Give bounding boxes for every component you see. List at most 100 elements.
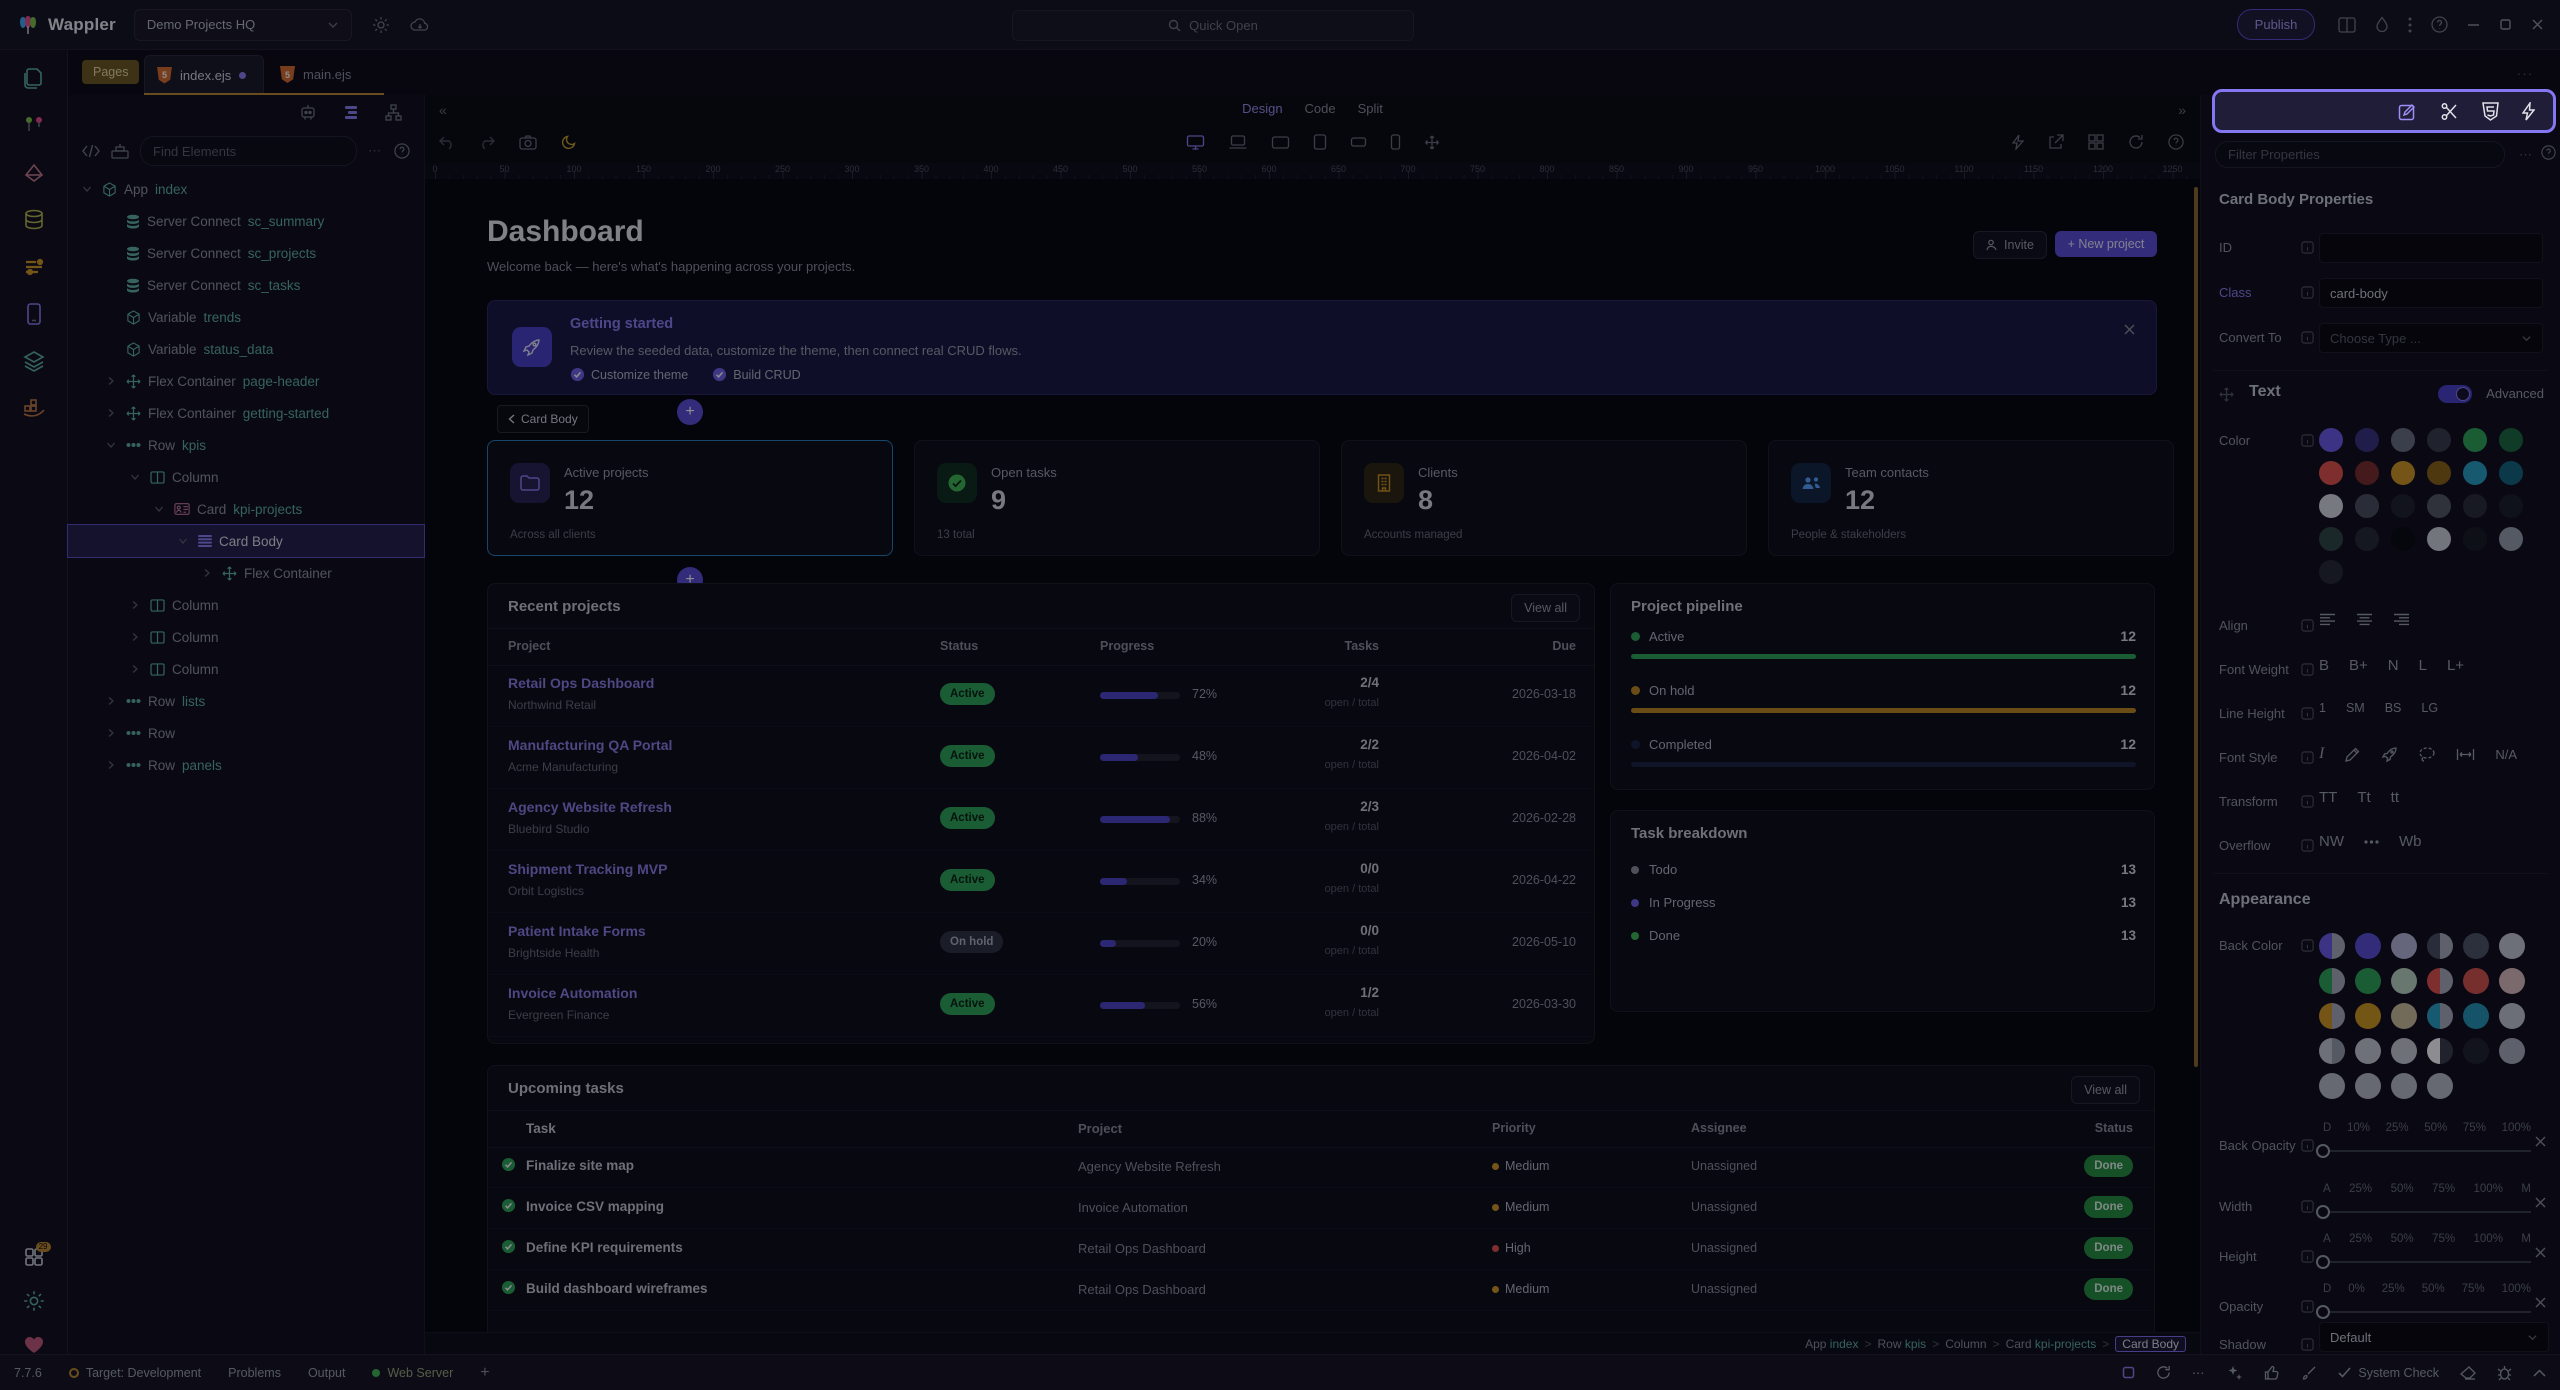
back-color-swatch-6[interactable]	[2319, 968, 2345, 994]
collapse-statusbar-icon[interactable]	[2533, 1369, 2546, 1377]
slider-mark-50[interactable]: 50%	[2422, 1283, 2445, 1295]
publish-button[interactable]: Publish	[2237, 9, 2315, 40]
slider-mark-d[interactable]: D	[2323, 1283, 2331, 1295]
tree-item-row-panels[interactable]: Rowpanels	[68, 749, 424, 781]
slider-mark-25[interactable]: 25%	[2349, 1233, 2372, 1245]
project-name-link[interactable]: Agency Website Refresh	[508, 799, 672, 815]
actions-bolt-icon[interactable]	[2012, 134, 2024, 150]
project-row-manufacturing-qa-portal[interactable]: Manufacturing QA PortalAcme Manufacturin…	[488, 726, 1594, 789]
back-color-swatch-3[interactable]	[2427, 933, 2453, 959]
info-icon[interactable]	[2301, 839, 2314, 852]
device-tablet-landscape-icon[interactable]	[1271, 136, 1289, 149]
text-color-swatch-18[interactable]	[2319, 527, 2343, 551]
back-color-swatch-17[interactable]	[2499, 1003, 2525, 1029]
text-color-swatch-19[interactable]	[2355, 527, 2379, 551]
info-icon[interactable]	[2301, 751, 2314, 764]
slider-mark-m[interactable]: M	[2521, 1183, 2531, 1195]
redo-icon[interactable]	[479, 135, 495, 149]
info-icon[interactable]	[2301, 663, 2314, 676]
tree-chevron-icon[interactable]	[106, 728, 119, 738]
back-color-swatch-2[interactable]	[2391, 933, 2417, 959]
project-row-agency-website-refresh[interactable]: Agency Website RefreshBluebird StudioAct…	[488, 788, 1594, 851]
view-all-tasks-button[interactable]: View all	[2071, 1076, 2140, 1104]
tree-item-app-index[interactable]: Appindex	[68, 173, 424, 205]
text-color-swatch-23[interactable]	[2499, 527, 2523, 551]
tree-item-row[interactable]: Row	[68, 717, 424, 749]
align-right-icon[interactable]	[2393, 613, 2410, 626]
updates-icon[interactable]: 29	[24, 1247, 44, 1267]
text-color-swatch-2[interactable]	[2391, 428, 2415, 452]
filter-properties-input[interactable]: Filter Properties	[2215, 141, 2505, 168]
text-color-swatch-11[interactable]	[2499, 461, 2523, 485]
project-row-shipment-tracking-mvp[interactable]: Shipment Tracking MVPOrbit LogisticsActi…	[488, 850, 1594, 913]
theme-droplet-icon[interactable]	[2375, 16, 2389, 33]
settings-gear-icon[interactable]	[23, 1290, 45, 1312]
help-icon[interactable]	[2431, 16, 2448, 33]
slider-mark-25[interactable]: 25%	[2386, 1122, 2409, 1134]
mode-tab-design[interactable]: Design	[1242, 101, 1282, 116]
mode-tab-code[interactable]: Code	[1305, 101, 1336, 116]
tree-chevron-icon[interactable]	[202, 568, 215, 578]
info-icon[interactable]	[2301, 1200, 2314, 1213]
project-row-patient-intake-forms[interactable]: Patient Intake FormsBrightside HealthOn …	[488, 912, 1594, 975]
device-tablet-icon[interactable]	[1313, 134, 1326, 150]
device-desktop-icon[interactable]	[1186, 135, 1204, 150]
kpi-card-clients[interactable]: Clients8Accounts managed	[1341, 440, 1747, 556]
project-name-link[interactable]: Manufacturing QA Portal	[508, 737, 672, 753]
slider-mark-a[interactable]: A	[2323, 1233, 2331, 1245]
text-color-swatch-17[interactable]	[2499, 494, 2523, 518]
back-color-swatch-16[interactable]	[2463, 1003, 2489, 1029]
banner-close-icon[interactable]	[2123, 323, 2136, 336]
text-color-swatch-13[interactable]	[2355, 494, 2379, 518]
slider-knob[interactable]	[2316, 1255, 2330, 1269]
slider-mark-50[interactable]: 50%	[2391, 1183, 2414, 1195]
components-icon[interactable]	[111, 143, 129, 159]
back-color-swatch-26[interactable]	[2391, 1073, 2417, 1099]
italic-icon[interactable]: I	[2319, 745, 2324, 763]
slider-opacity[interactable]	[2323, 1311, 2531, 1313]
clean-eraser-icon[interactable]	[2460, 1366, 2476, 1380]
tree-item-column[interactable]: Column	[68, 589, 424, 621]
project-row-retail-ops-dashboard[interactable]: Retail Ops DashboardNorthwind RetailActi…	[488, 664, 1594, 727]
layout-columns-icon[interactable]	[2338, 17, 2356, 33]
info-icon[interactable]	[2301, 619, 2314, 632]
code-view-icon[interactable]	[82, 144, 100, 158]
cut-element-icon[interactable]	[2440, 102, 2459, 121]
grid-toggle-icon[interactable]	[2088, 134, 2104, 150]
text-color-swatch-9[interactable]	[2427, 461, 2451, 485]
text-color-swatch-14[interactable]	[2391, 494, 2415, 518]
slider-knob[interactable]	[2316, 1144, 2330, 1158]
docker-manager-icon[interactable]	[22, 396, 46, 420]
font-weight-option-b[interactable]: B+	[2349, 657, 2368, 674]
text-color-swatch-3[interactable]	[2427, 428, 2451, 452]
overflow-nowrap-option[interactable]: NW	[2319, 833, 2344, 850]
slider-mark-75[interactable]: 75%	[2463, 1122, 2486, 1134]
decoration-icon[interactable]	[2381, 746, 2398, 763]
target-selector[interactable]: Target: Development	[69, 1366, 201, 1380]
tree-chevron-icon[interactable]	[178, 536, 191, 546]
slider-mark-50[interactable]: 50%	[2391, 1233, 2414, 1245]
responsive-resize-icon[interactable]	[1424, 135, 1439, 150]
back-color-swatch-0[interactable]	[2319, 933, 2345, 959]
problems-tab[interactable]: Problems	[228, 1366, 281, 1380]
tree-chevron-icon[interactable]	[82, 184, 95, 194]
canvas-help-icon[interactable]	[2168, 134, 2184, 150]
properties-help-icon[interactable]	[2541, 145, 2556, 160]
tree-item-column[interactable]: Column	[68, 621, 424, 653]
tree-item-variable-status-data[interactable]: Variablestatus_data	[68, 333, 424, 365]
restart-server-icon[interactable]	[2156, 1365, 2171, 1380]
tree-chevron-icon[interactable]	[106, 760, 119, 770]
tab-index-ejs[interactable]: 5 index.ejs	[144, 55, 264, 94]
tree-chevron-icon[interactable]	[106, 440, 119, 450]
project-name-link[interactable]: Shipment Tracking MVP	[508, 861, 667, 877]
structure-help-icon[interactable]	[394, 143, 410, 159]
tree-chevron-icon[interactable]	[106, 696, 119, 706]
tree-item-variable-trends[interactable]: Variabletrends	[68, 301, 424, 333]
tree-item-row-kpis[interactable]: Rowkpis	[68, 429, 424, 461]
line-height-option-sm[interactable]: SM	[2346, 701, 2365, 715]
selection-tag-card-body[interactable]: Card Body	[497, 405, 589, 433]
move-section-icon[interactable]	[2219, 387, 2234, 402]
community-heart-icon[interactable]	[23, 1335, 45, 1355]
more-actions-dots-icon[interactable]: ⋯	[2192, 1365, 2207, 1380]
tree-chevron-icon[interactable]	[130, 664, 143, 674]
